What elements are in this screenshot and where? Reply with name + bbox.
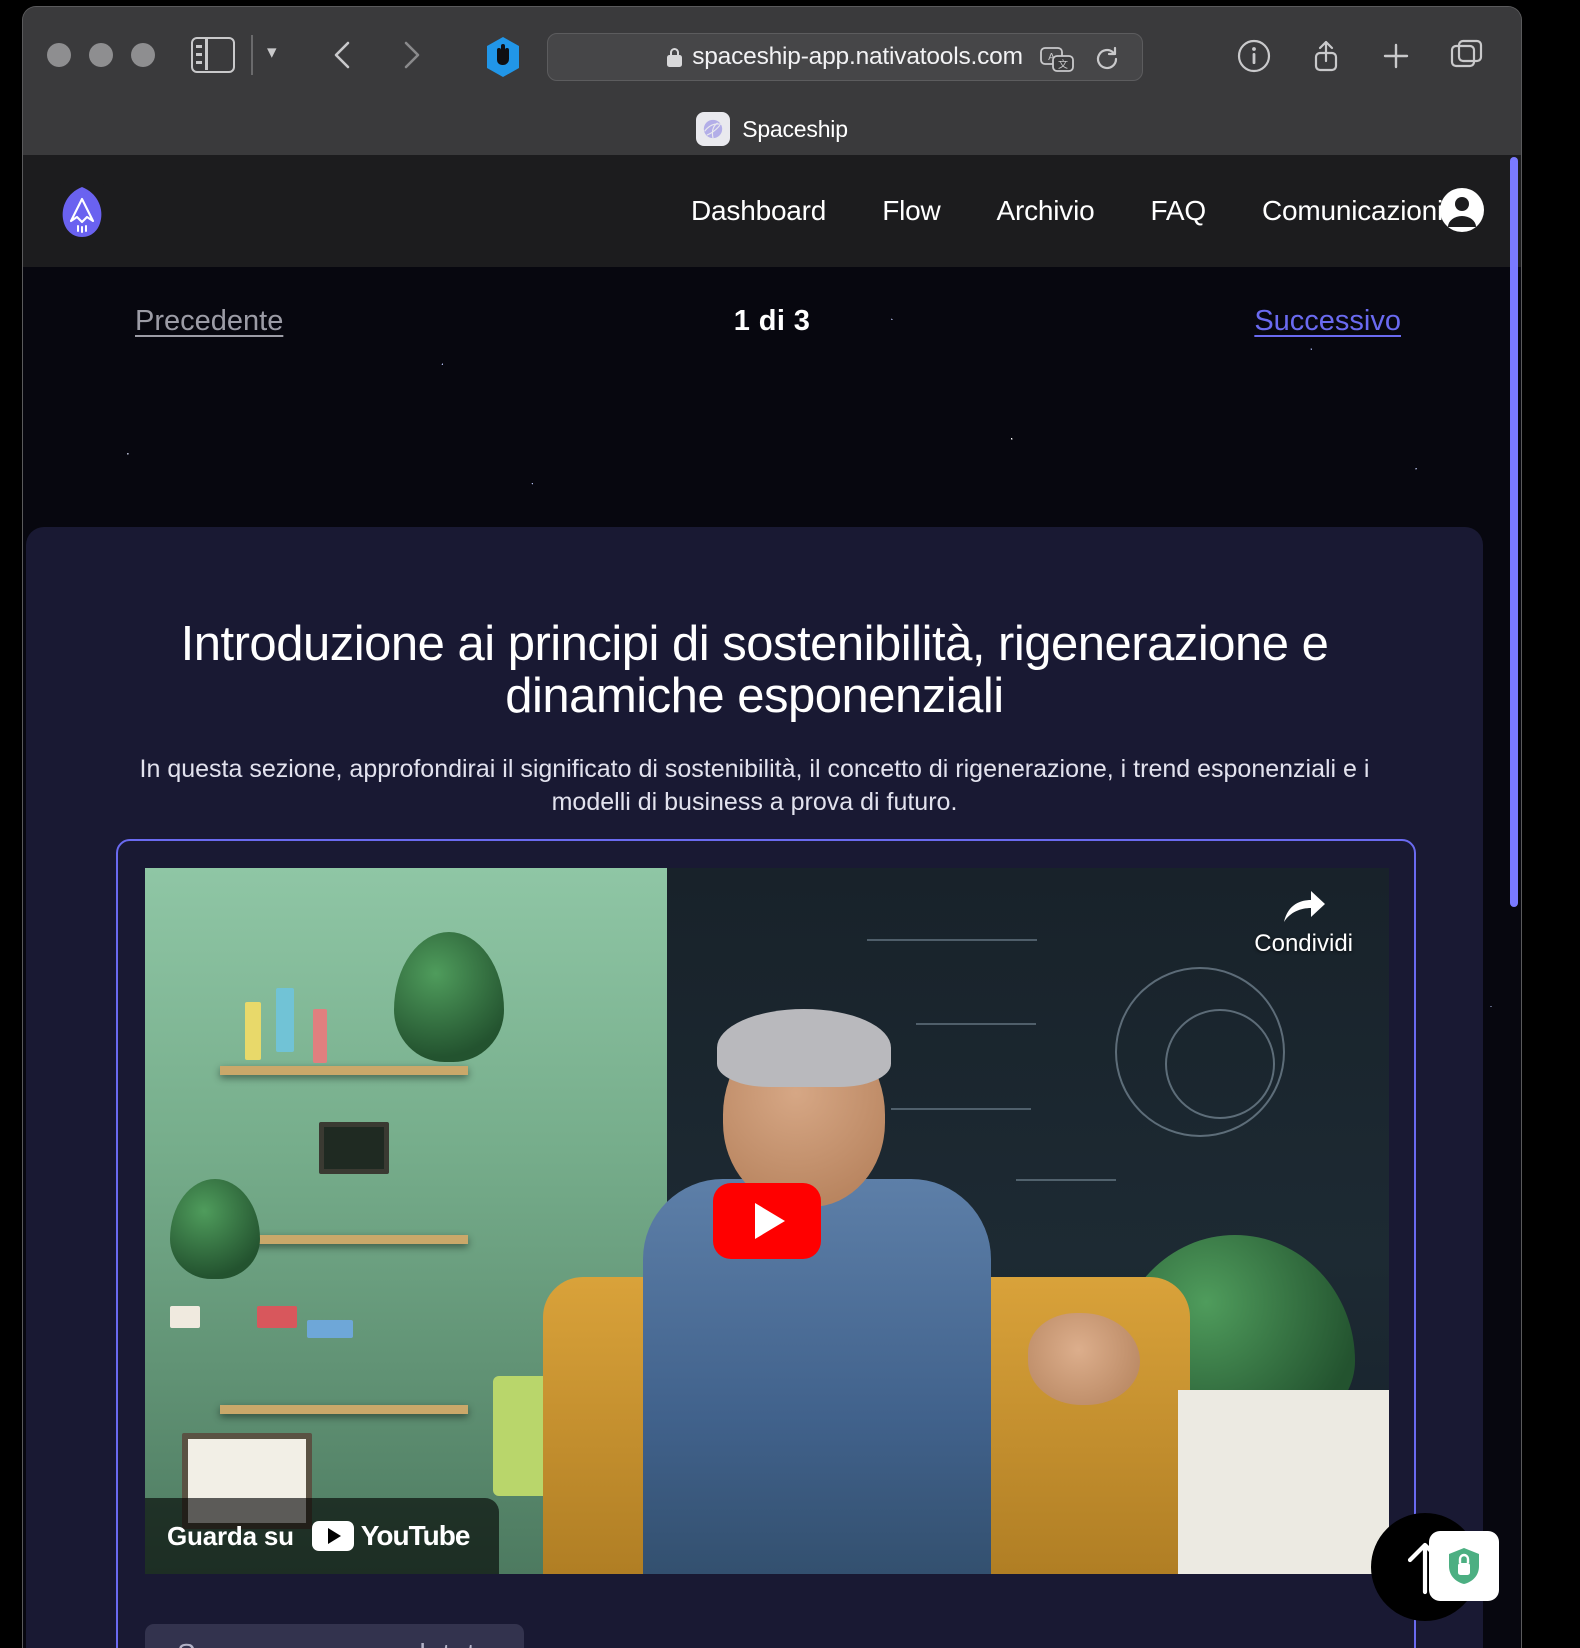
- video-player-embed[interactable]: Condividi Guarda su YouTube: [145, 868, 1389, 1574]
- browser-toolbar: ▾ spaceship-app.nativatools.com A 文: [23, 7, 1521, 103]
- window-traffic-lights: [47, 43, 155, 67]
- mark-as-completed-button[interactable]: Segna come completato: [145, 1624, 524, 1648]
- lesson-title: Introduzione ai principi di sostenibilit…: [180, 617, 1329, 723]
- video-panel: Condividi Guarda su YouTube Segna come c…: [116, 839, 1416, 1648]
- site-navigation: Dashboard Flow Archivio FAQ Comunicazion…: [663, 195, 1471, 227]
- scrollbar-thumb[interactable]: [1510, 157, 1518, 907]
- url-text: spaceship-app.nativatools.com: [692, 43, 1023, 70]
- url-bar[interactable]: spaceship-app.nativatools.com A 文: [547, 33, 1143, 81]
- watch-on-youtube-label: Guarda su: [167, 1520, 294, 1551]
- privacy-shield-icon: [1449, 1548, 1479, 1584]
- pager-next-link[interactable]: Successivo: [1254, 305, 1401, 338]
- reload-icon[interactable]: [1094, 46, 1120, 72]
- minimize-window-button[interactable]: [89, 43, 113, 67]
- share-icon[interactable]: [1305, 35, 1347, 77]
- watch-on-youtube-button[interactable]: Guarda su YouTube: [145, 1498, 500, 1574]
- tab-strip: Spaceship: [23, 103, 1521, 155]
- tab-title[interactable]: Spaceship: [742, 116, 848, 143]
- video-share-label: Condividi: [1254, 930, 1353, 957]
- nav-item-faq[interactable]: FAQ: [1123, 195, 1234, 227]
- site-header: Dashboard Flow Archivio FAQ Comunicazion…: [23, 155, 1521, 267]
- spaceship-logo[interactable]: [53, 183, 111, 241]
- browser-window: ▾ spaceship-app.nativatools.com A 文 Spac…: [22, 6, 1522, 1648]
- youtube-play-icon[interactable]: [713, 1183, 821, 1259]
- page-viewport: Dashboard Flow Archivio FAQ Comunicazion…: [23, 155, 1521, 1648]
- forward-arrow-icon[interactable]: [391, 35, 431, 75]
- privacy-badge-button[interactable]: [1429, 1531, 1499, 1601]
- maximize-window-button[interactable]: [131, 43, 155, 67]
- nav-item-flow[interactable]: Flow: [854, 195, 968, 227]
- page-scrollbar[interactable]: [1507, 155, 1521, 1648]
- nav-item-dashboard[interactable]: Dashboard: [663, 195, 854, 227]
- share-arrow-icon: [1283, 891, 1325, 922]
- nav-item-comunicazioni[interactable]: Comunicazioni: [1234, 195, 1471, 227]
- plus-icon[interactable]: [1375, 35, 1417, 77]
- sidebar-toggle-icon[interactable]: [191, 37, 235, 73]
- content-blocker-icon[interactable]: [481, 35, 525, 79]
- spaceship-favicon-icon: [696, 112, 731, 146]
- tab-overview-icon[interactable]: [1445, 35, 1487, 77]
- video-share-button[interactable]: Condividi: [1254, 888, 1353, 958]
- nav-item-archivio[interactable]: Archivio: [969, 195, 1123, 227]
- lesson-subtitle: In questa sezione, approfondirai il sign…: [139, 754, 1370, 817]
- lock-icon: [667, 47, 683, 67]
- lesson-card: Introduzione ai principi di sostenibilit…: [26, 527, 1483, 1648]
- info-icon[interactable]: [1233, 35, 1275, 77]
- back-arrow-icon[interactable]: [323, 35, 363, 75]
- youtube-wordmark: YouTube: [360, 1520, 471, 1551]
- lesson-pager: Precedente 1 di 3 Successivo: [23, 267, 1521, 375]
- svg-text:文: 文: [1058, 58, 1068, 71]
- translate-icon[interactable]: A 文: [1040, 47, 1074, 73]
- close-window-button[interactable]: [47, 43, 71, 67]
- account-circle-icon[interactable]: [1439, 187, 1485, 233]
- youtube-logo-icon: YouTube: [311, 1520, 471, 1552]
- toolbar-divider: [251, 35, 253, 75]
- chevron-down-icon[interactable]: ▾: [267, 43, 277, 62]
